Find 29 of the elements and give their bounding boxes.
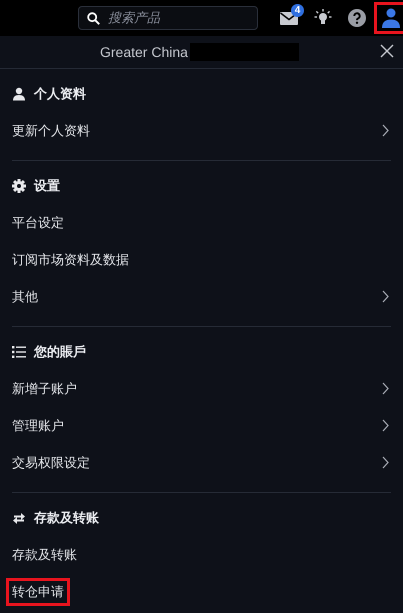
menu-item[interactable]: 更新个人资料 — [9, 120, 93, 142]
section-heading: 您的賬戶 — [34, 343, 86, 361]
envelope-icon — [280, 12, 298, 24]
menu-item[interactable]: 转仓申请 — [9, 580, 67, 602]
transfer-icon — [12, 512, 26, 524]
menu-item[interactable]: 订阅市场资料及数据 — [9, 248, 132, 270]
section-heading: 存款及转账 — [34, 509, 99, 527]
lightbulb-icon — [314, 9, 332, 27]
list-icon — [12, 346, 26, 358]
profile-button[interactable] — [374, 2, 403, 34]
section-heading: 个人资料 — [34, 85, 86, 103]
search-icon — [87, 12, 100, 24]
help-icon — [348, 9, 366, 27]
menu-item[interactable]: 管理账户 — [9, 414, 67, 436]
panel-title: Greater China — [100, 44, 188, 60]
notification-badge: 4 — [291, 4, 304, 17]
menu-item[interactable]: 其他 — [9, 286, 41, 308]
close-button[interactable] — [379, 44, 395, 60]
menu-item[interactable]: 新增子账户 — [9, 378, 80, 400]
menu-item[interactable]: 平台设定 — [9, 212, 67, 234]
person-icon — [12, 87, 26, 101]
gear-icon — [12, 179, 26, 193]
menu-item[interactable]: 存款及转账 — [9, 544, 80, 566]
mail-button[interactable]: 4 — [272, 2, 306, 34]
search-field[interactable]: 搜索产品 — [78, 6, 258, 30]
person-icon — [382, 8, 400, 28]
section-heading: 设置 — [34, 177, 60, 195]
menu-item[interactable]: 交易权限设定 — [9, 452, 93, 474]
close-icon — [380, 44, 394, 58]
